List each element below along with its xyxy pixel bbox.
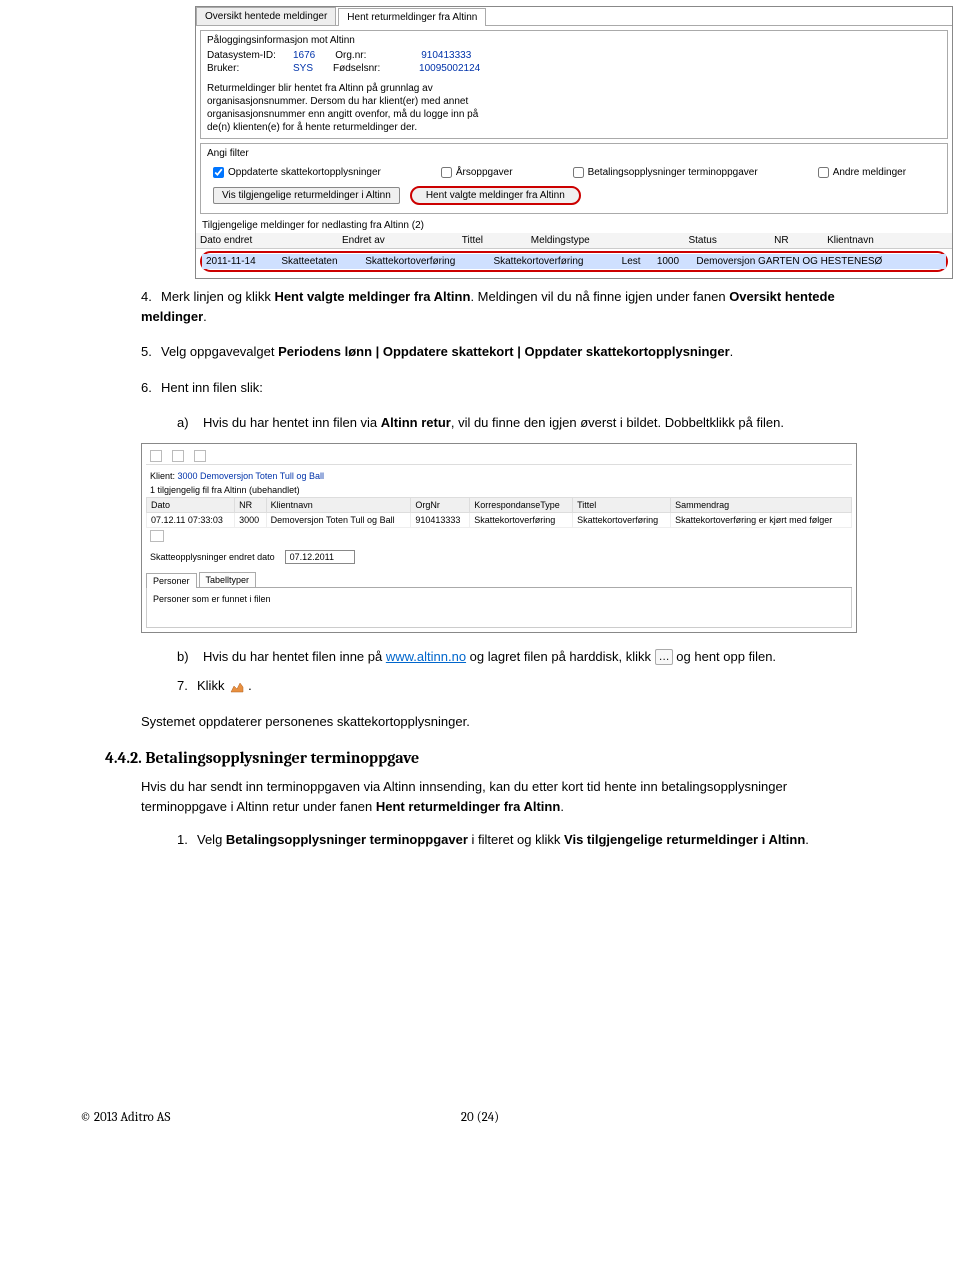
datasystem-label: Datasystem-ID: [207,50,287,61]
cell2-korrtype: Skattekortoverføring [470,512,573,527]
cell2-nr: 3000 [235,512,267,527]
altinn-link[interactable]: www.altinn.no [386,649,466,664]
cell-klientnavn: Demoversjon GARTEN OG HESTENESØ [692,254,946,269]
grid-label: Tilgjengelige meldinger for nedlasting f… [196,218,952,233]
cell2-klientnavn: Demoversjon Toten Tull og Ball [266,512,411,527]
col2-tittel[interactable]: Tittel [573,497,671,512]
tab-oversikt[interactable]: Oversikt hentede meldinger [196,7,336,25]
step-6: 6.Hent inn filen slik: [141,378,855,398]
col-tittel[interactable]: Tittel [458,233,527,249]
checkbox-arsoppgaver[interactable] [441,167,452,178]
filter-skattekort[interactable]: Oppdaterte skattekortopplysninger [213,167,381,178]
copyright: © 2013 Aditro AS [80,1110,170,1125]
available-files-label: 1 tilgjengelig fil fra Altinn (ubehandle… [146,483,852,497]
subtab-personer[interactable]: Personer [146,573,197,588]
col2-dato[interactable]: Dato [147,497,235,512]
step-6a: a)Hvis du har hentet inn filen via Altin… [177,413,855,433]
orgnr-label: Org.nr: [335,50,415,61]
fodsel-value: 10095002124 [419,63,480,74]
step-7: 7.Klikk . [177,676,855,696]
ellipsis-icon[interactable] [655,649,673,665]
hent-valgte-button[interactable]: Hent valgte meldinger fra Altinn [410,186,581,205]
filter-arsoppgaver-label: Årsoppgaver [456,167,513,178]
system-update-text: Systemet oppdaterer personenes skattekor… [141,712,855,732]
col2-klientnavn[interactable]: Klientnavn [266,497,411,512]
filter-section: Angi filter Oppdaterte skattekortopplysn… [200,143,948,214]
pointer-icon[interactable] [228,678,248,696]
cell2-orgnr: 910413333 [411,512,470,527]
col-status[interactable]: Status [684,233,770,249]
screenshot-altinn-dialog: Oversikt hentede meldinger Hent returmel… [195,6,953,279]
toolbar-icon-3[interactable] [194,450,206,462]
vis-tilgjengelige-button[interactable]: Vis tilgjengelige returmeldinger i Altin… [213,187,400,204]
page-footer: 20 (24) © 2013 Aditro AS [0,1110,960,1145]
filter-arsoppgaver[interactable]: Årsoppgaver [441,167,513,178]
messages-table: Dato endret Endret av Tittel Meldingstyp… [196,233,952,249]
file-row[interactable]: 07.12.11 07:33:03 3000 Demoversjon Toten… [147,512,852,527]
cell-endret-av: Skatteetaten [277,254,361,269]
checkbox-skattekort[interactable] [213,167,224,178]
cell-status: Lest [618,254,653,269]
tab-hent-retur[interactable]: Hent returmeldinger fra Altinn [338,8,486,26]
files-table: Dato NR Klientnavn OrgNr KorrespondanseT… [146,497,852,528]
col2-nr[interactable]: NR [235,497,267,512]
cell2-tittel: Skattekortoverføring [573,512,671,527]
info-text: Returmeldinger blir hentet fra Altinn på… [207,82,487,134]
page-number: 20 (24) [80,1110,880,1125]
date-field-value[interactable]: 07.12.2011 [285,550,355,564]
col-klientnavn[interactable]: Klientnavn [823,233,952,249]
browse-icon[interactable] [150,530,164,542]
date-field-label: Skatteopplysninger endret dato [150,552,275,562]
step-5: 5.Velg oppgavevalget Periodens lønn | Op… [141,342,855,362]
fodsel-label: Fødselsnr: [333,63,413,74]
step-4: 4.Merk linjen og klikk Hent valgte meldi… [141,287,855,326]
datasystem-value: 1676 [293,50,315,61]
col-dato[interactable]: Dato endret [196,233,338,249]
filter-betaling-label: Betalingsopplysninger terminoppgaver [588,167,758,178]
filter-title: Angi filter [207,148,941,159]
cell2-dato: 07.12.11 07:33:03 [147,512,235,527]
bruker-label: Bruker: [207,63,287,74]
filter-skattekort-label: Oppdaterte skattekortopplysninger [228,167,381,178]
highlighted-row: 2011-11-14 Skatteetaten Skattekortoverfø… [200,251,948,272]
cell-nr: 1000 [653,254,693,269]
cell2-sammendrag: Skattekortoverføring er kjørt med følger [671,512,852,527]
step-6b: b)Hvis du har hentet filen inne på www.a… [177,647,855,667]
table-row[interactable]: 2011-11-14 Skatteetaten Skattekortoverfø… [202,254,946,269]
filter-andre[interactable]: Andre meldinger [818,167,906,178]
filter-betaling[interactable]: Betalingsopplysninger terminoppgaver [573,167,758,178]
col2-orgnr[interactable]: OrgNr [411,497,470,512]
login-info-title: Påloggingsinformasjon mot Altinn [207,35,941,46]
tab-row: Oversikt hentede meldinger Hent returmel… [196,7,952,26]
klient-value: 3000 Demoversjon Toten Tull og Ball [178,471,324,481]
col-nr[interactable]: NR [770,233,823,249]
filter-andre-label: Andre meldinger [833,167,906,178]
subtab-tabelltyper[interactable]: Tabelltyper [199,572,257,587]
bruker-value: SYS [293,63,313,74]
toolbar-icon-1[interactable] [150,450,162,462]
cell-dato: 2011-11-14 [202,254,277,269]
cell-tittel: Skattekortoverføring [361,254,489,269]
login-info-section: Påloggingsinformasjon mot Altinn Datasys… [200,30,948,139]
toolbar-icon-2[interactable] [172,450,184,462]
col-endret-av[interactable]: Endret av [338,233,458,249]
col2-korrtype[interactable]: KorrespondanseType [470,497,573,512]
checkbox-betaling[interactable] [573,167,584,178]
checkbox-andre[interactable] [818,167,829,178]
orgnr-value: 910413333 [421,50,471,61]
screenshot-file-view: Klient: 3000 Demoversjon Toten Tull og B… [141,443,857,633]
step-442-1: 1.Velg Betalingsopplysninger terminoppga… [177,830,855,850]
cell-meldingstype: Skattekortoverføring [489,254,617,269]
persons-panel: Personer som er funnet i filen [146,588,852,628]
heading-442: 4.4.2. Betalingsopplysninger terminoppga… [105,749,855,767]
para-442: Hvis du har sendt inn terminoppgaven via… [141,777,855,816]
panel-text: Personer som er funnet i filen [153,594,271,604]
klient-label: Klient: [150,471,175,481]
col2-sammendrag[interactable]: Sammendrag [671,497,852,512]
toolbar [146,448,852,465]
col-meldingstype[interactable]: Meldingstype [527,233,685,249]
